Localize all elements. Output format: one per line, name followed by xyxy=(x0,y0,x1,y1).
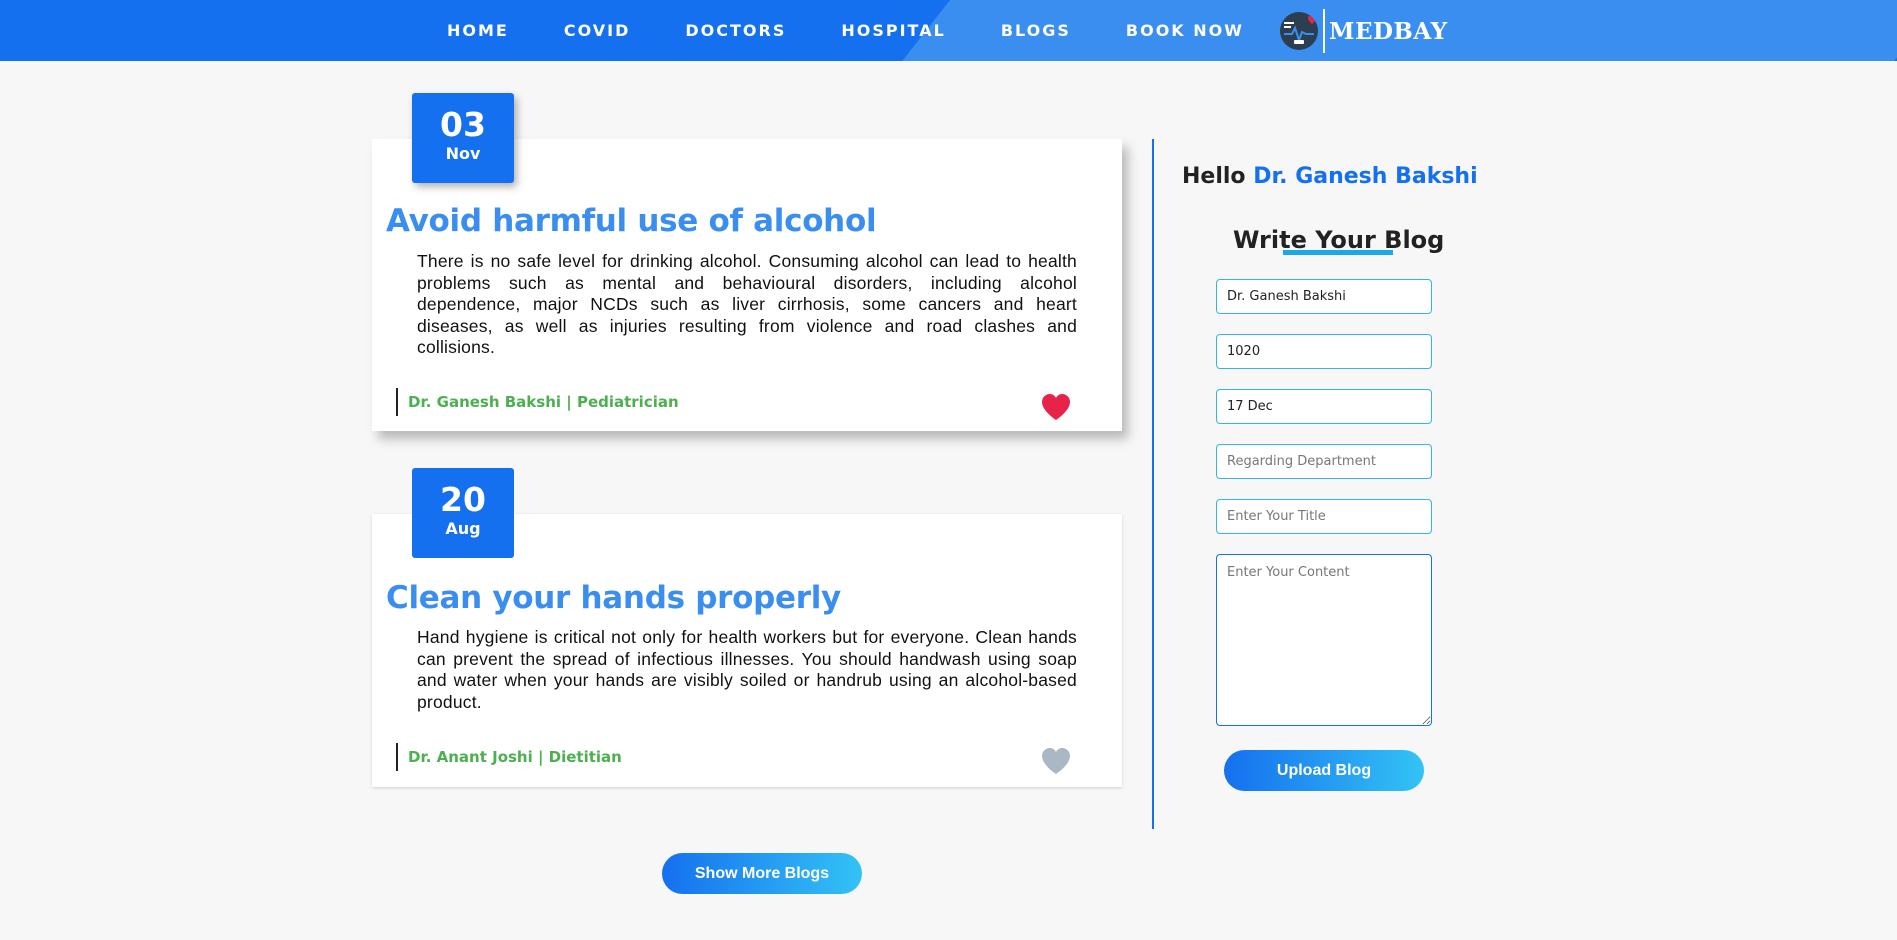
author-name-field[interactable] xyxy=(1216,279,1432,314)
blog-title[interactable]: Avoid harmful use of alcohol xyxy=(386,203,877,239)
date-month: Nov xyxy=(445,144,481,163)
brand-name: MEDBAY xyxy=(1329,17,1448,45)
sidebar-divider xyxy=(1152,139,1154,829)
nav-home[interactable]: HOME xyxy=(447,21,509,40)
blog-body: There is no safe level for drinking alco… xyxy=(417,251,1077,358)
nav-doctors[interactable]: DOCTORS xyxy=(685,21,786,40)
nav-blogs[interactable]: BLOGS xyxy=(1001,21,1071,40)
user-name: Dr. Ganesh Bakshi xyxy=(1253,164,1478,189)
medbay-logo-icon xyxy=(1280,12,1318,50)
heart-icon[interactable] xyxy=(1041,747,1071,775)
blog-author: Dr. Anant Joshi | Dietitian xyxy=(396,743,622,771)
nav-links: HOME COVID DOCTORS HOSPITAL BLOGS BOOK N… xyxy=(447,0,1299,61)
blog-title[interactable]: Clean your hands properly xyxy=(386,580,841,616)
logo-divider xyxy=(1323,9,1325,53)
department-field[interactable] xyxy=(1216,444,1432,479)
date-field[interactable] xyxy=(1216,389,1432,424)
greeting: Hello Dr. Ganesh Bakshi xyxy=(1182,164,1478,189)
blog-content-field[interactable] xyxy=(1216,554,1432,726)
greeting-prefix: Hello xyxy=(1182,164,1246,189)
write-blog-title: Write Your Blog xyxy=(1233,226,1445,254)
nav-hospital[interactable]: HOSPITAL xyxy=(841,21,945,40)
nav-book-now[interactable]: BOOK NOW xyxy=(1126,21,1244,40)
date-day: 20 xyxy=(440,480,486,519)
blog-title-field[interactable] xyxy=(1216,499,1432,534)
doctor-id-field[interactable] xyxy=(1216,334,1432,369)
date-badge: 03 Nov xyxy=(412,93,514,183)
blog-card: 20 Aug Clean your hands properly Hand hy… xyxy=(372,468,1122,787)
date-badge: 20 Aug xyxy=(412,468,514,558)
blog-author: Dr. Ganesh Bakshi | Pediatrician xyxy=(396,388,679,416)
nav-covid[interactable]: COVID xyxy=(564,21,631,40)
brand-logo[interactable]: MEDBAY xyxy=(1280,9,1448,53)
date-month: Aug xyxy=(445,519,481,538)
blog-body: Hand hygiene is critical not only for he… xyxy=(417,627,1077,712)
upload-blog-button[interactable]: Upload Blog xyxy=(1224,750,1424,791)
top-navbar: HOME COVID DOCTORS HOSPITAL BLOGS BOOK N… xyxy=(0,0,1897,61)
blog-card: 03 Nov Avoid harmful use of alcohol Ther… xyxy=(372,93,1122,431)
show-more-blogs-button[interactable]: Show More Blogs xyxy=(662,853,862,894)
date-day: 03 xyxy=(440,105,486,144)
heart-icon[interactable] xyxy=(1041,393,1071,421)
